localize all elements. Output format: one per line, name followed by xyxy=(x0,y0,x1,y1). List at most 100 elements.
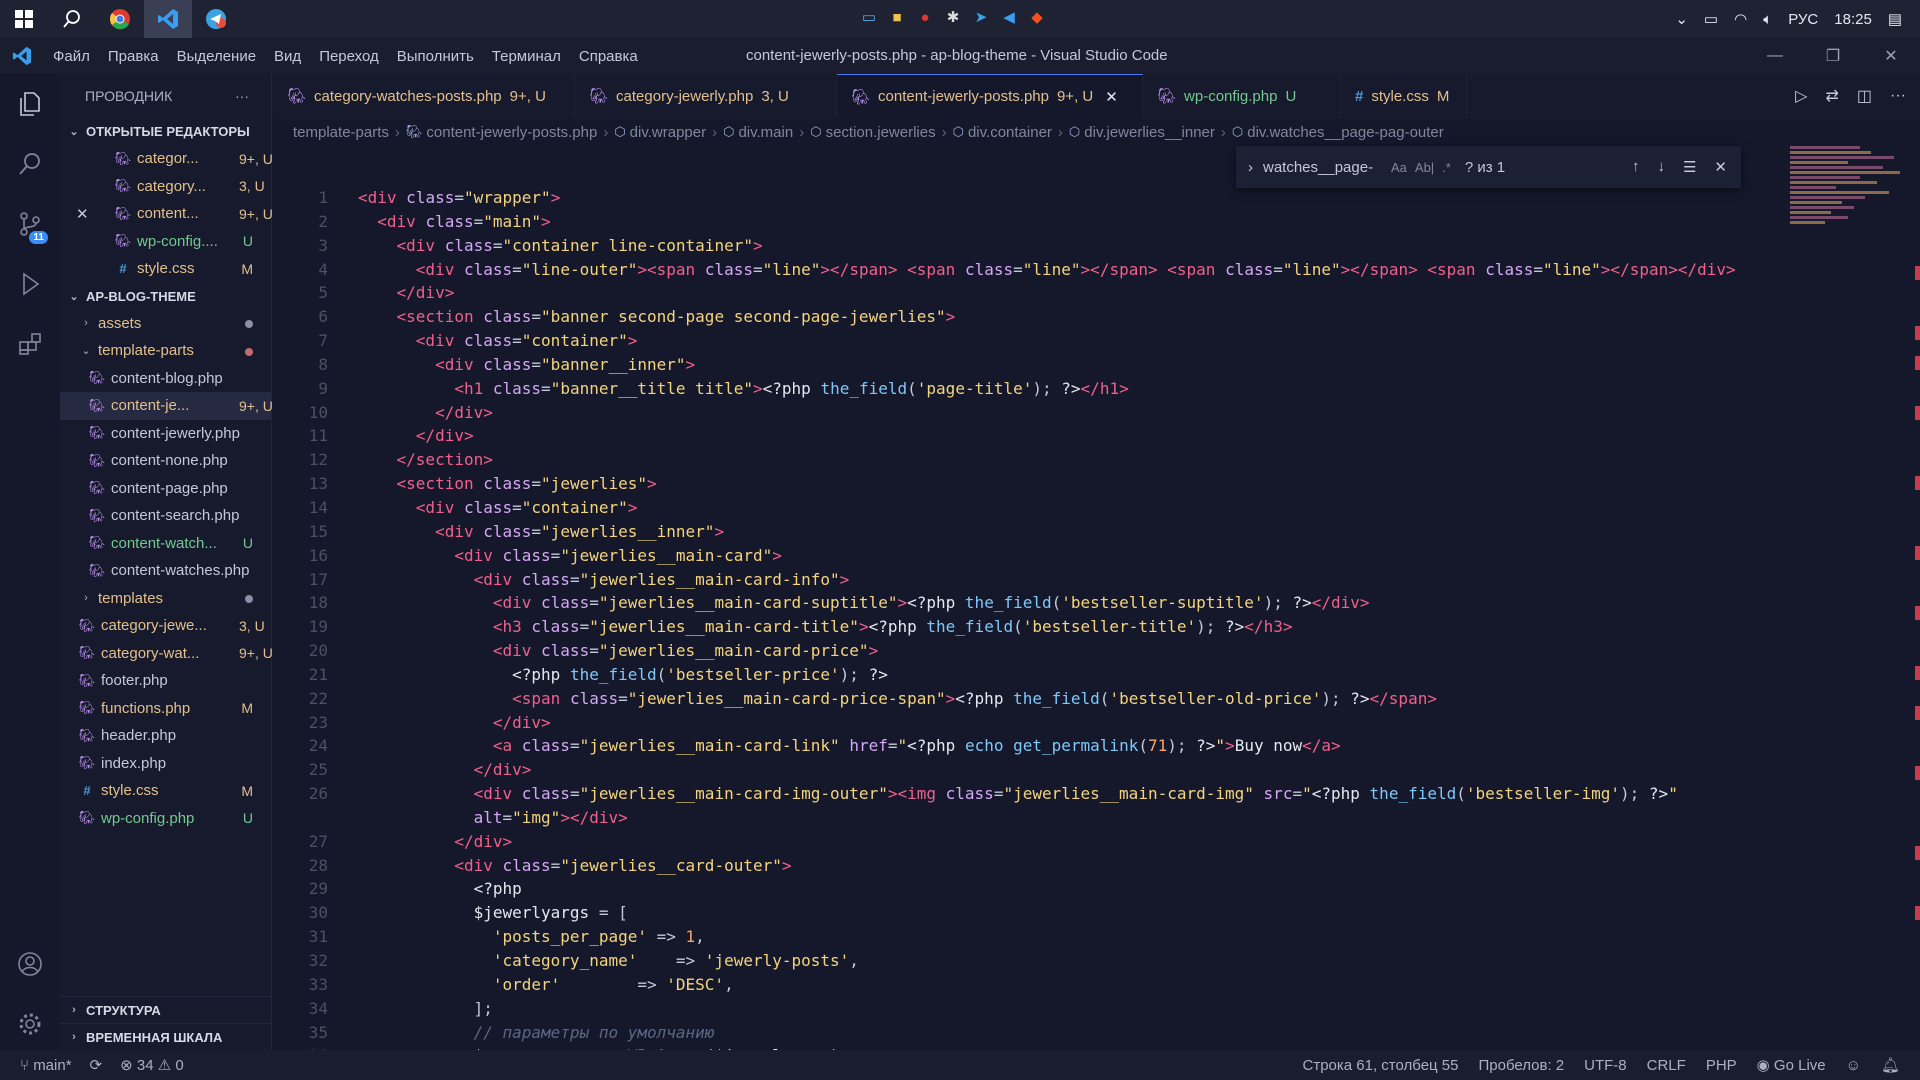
close-icon[interactable]: ✕ xyxy=(76,205,89,223)
chevron-up-icon[interactable]: ⌄ xyxy=(1675,10,1688,28)
open-editor-item[interactable]: 🐘︎ category... 3, U xyxy=(60,173,271,201)
file-item[interactable]: 🐘︎ index.php xyxy=(60,750,271,778)
telegram-icon[interactable]: ➤ xyxy=(970,6,992,28)
close-icon[interactable]: ✕ xyxy=(1105,88,1118,106)
encoding[interactable]: UTF-8 xyxy=(1584,1057,1627,1074)
scrollbar-markers[interactable] xyxy=(1910,146,1920,1046)
feedback-icon[interactable]: ☺ xyxy=(1846,1057,1861,1074)
match-word-toggle[interactable]: Ab| xyxy=(1415,160,1434,175)
menu-go[interactable]: Переход xyxy=(310,48,388,65)
extensions-icon[interactable] xyxy=(0,314,60,374)
match-case-toggle[interactable]: Aa xyxy=(1391,160,1407,175)
breadcrumb-item[interactable]: div.jewerlies__inner xyxy=(1084,124,1215,141)
more-actions-icon[interactable]: ··· xyxy=(1890,87,1906,105)
minimap[interactable] xyxy=(1790,146,1906,306)
problems-indicator[interactable]: ⊗ 34 ⚠ 0 xyxy=(120,1056,184,1074)
find-in-selection-icon[interactable]: ☰ xyxy=(1683,158,1696,176)
arrow-up-icon[interactable]: ↑ xyxy=(1632,158,1640,176)
file-item[interactable]: 🐘︎ category-wat... 9+, U xyxy=(60,640,273,668)
compare-changes-icon[interactable]: ⇄ xyxy=(1825,86,1838,106)
file-item-selected[interactable]: 🐘︎ content-je... 9+, U xyxy=(60,392,273,420)
file-item[interactable]: 🐘︎ content-none.php xyxy=(60,447,271,475)
indentation[interactable]: Пробелов: 2 xyxy=(1478,1057,1564,1074)
open-editor-item-active[interactable]: ✕ 🐘︎ content... 9+, U xyxy=(60,200,273,228)
explorer-more-button[interactable]: ··· xyxy=(235,88,249,104)
find-input[interactable]: watches__page- xyxy=(1263,159,1391,176)
breadcrumb-item[interactable]: div.watches__page-pag-outer xyxy=(1247,124,1444,141)
spider-app-icon[interactable]: ✱ xyxy=(942,6,964,28)
run-debug-icon[interactable] xyxy=(0,254,60,314)
branch-indicator[interactable]: ⑂ main* xyxy=(20,1057,72,1074)
open-editor-item[interactable]: 🐘︎ categor... 9+, U xyxy=(60,145,273,173)
folder-icon[interactable]: ■ xyxy=(886,6,908,28)
menu-edit[interactable]: Правка xyxy=(99,48,168,65)
menu-terminal[interactable]: Терминал xyxy=(483,48,570,65)
telegram-taskbar-icon[interactable] xyxy=(192,0,240,38)
project-header[interactable]: ⌄ AP-BLOG-THEME xyxy=(60,283,271,310)
file-item[interactable]: 🐘︎ content-watch... U xyxy=(60,530,271,558)
code-lines[interactable]: <div class="wrapper"> <div class="main">… xyxy=(358,186,1763,1050)
search-activity-icon[interactable] xyxy=(0,134,60,194)
arrow-down-icon[interactable]: ↓ xyxy=(1657,158,1665,176)
go-live-button[interactable]: ◉ Go Live xyxy=(1757,1056,1826,1074)
open-editor-item[interactable]: 🐘︎ wp-config.... U xyxy=(60,228,271,256)
desktop-icon[interactable]: ▭ xyxy=(858,6,880,28)
outline-header[interactable]: › СТРУКТУРА xyxy=(60,996,272,1023)
tab-category-watches-posts[interactable]: 🐘︎ category-watches-posts.php 9+, U xyxy=(273,74,575,118)
source-control-icon[interactable]: 11 xyxy=(0,194,60,254)
folder-template-parts[interactable]: ⌄ template-parts xyxy=(60,337,271,365)
file-item[interactable]: 🐘︎ content-jewerly.php xyxy=(60,420,271,448)
open-editors-header[interactable]: ⌄ ОТКРЫТЫЕ РЕДАКТОРЫ xyxy=(60,118,271,145)
chevron-right-icon[interactable]: › xyxy=(1248,159,1253,176)
breadcrumb-item[interactable]: section.jewerlies xyxy=(826,124,936,141)
file-item[interactable]: 🐘︎ content-search.php xyxy=(60,502,271,530)
regex-toggle[interactable]: .* xyxy=(1442,160,1451,175)
timeline-header[interactable]: › ВРЕМЕННАЯ ШКАЛА xyxy=(60,1023,272,1050)
file-item[interactable]: # style.css M xyxy=(60,777,271,805)
gear-icon[interactable] xyxy=(0,994,60,1054)
menu-file[interactable]: Файл xyxy=(44,48,99,65)
clock[interactable]: 18:25 xyxy=(1834,11,1872,28)
account-icon[interactable] xyxy=(0,934,60,994)
file-item[interactable]: 🐘︎ functions.php M xyxy=(60,695,271,723)
breadcrumb-item[interactable]: div.wrapper xyxy=(630,124,706,141)
language-mode[interactable]: PHP xyxy=(1706,1057,1737,1074)
battery-icon[interactable]: ▭ xyxy=(1704,10,1718,28)
breadcrumb-item[interactable]: content-jewerly-posts.php xyxy=(426,124,597,141)
file-item[interactable]: 🐘︎ category-jewe... 3, U xyxy=(60,612,271,640)
file-item[interactable]: 🐘︎ content-watches.php xyxy=(60,557,271,585)
breadcrumb-item[interactable]: template-parts xyxy=(293,124,389,141)
cursor-position[interactable]: Строка 61, столбец 55 xyxy=(1303,1057,1459,1074)
menu-help[interactable]: Справка xyxy=(570,48,647,65)
sync-icon[interactable]: ⟳ xyxy=(90,1056,103,1074)
menu-selection[interactable]: Выделение xyxy=(168,48,265,65)
folder-assets[interactable]: › assets xyxy=(60,310,271,338)
open-editor-item[interactable]: # style.css M xyxy=(60,255,271,283)
notifications-icon[interactable]: ▤ xyxy=(1888,10,1902,28)
search-icon[interactable] xyxy=(48,0,96,38)
explorer-icon[interactable] xyxy=(0,74,60,134)
breadcrumb-item[interactable]: div.main xyxy=(738,124,793,141)
file-item[interactable]: 🐘︎ footer.php xyxy=(60,667,271,695)
wifi-icon[interactable]: ◠ xyxy=(1734,10,1747,28)
breadcrumb-item[interactable]: div.container xyxy=(968,124,1052,141)
file-item[interactable]: 🐘︎ header.php xyxy=(60,722,271,750)
close-icon[interactable]: ✕ xyxy=(1862,38,1920,74)
bell-icon[interactable]: 🔔︎ xyxy=(1881,1056,1900,1074)
file-item[interactable]: 🐘︎ content-blog.php xyxy=(60,365,271,393)
tab-category-jewerly[interactable]: 🐘︎ category-jewerly.php 3, U xyxy=(575,74,837,118)
minimize-icon[interactable]: — xyxy=(1746,38,1804,74)
windows-start-icon[interactable] xyxy=(0,0,48,38)
vscode-taskbar-icon[interactable] xyxy=(144,0,192,38)
menu-view[interactable]: Вид xyxy=(265,48,310,65)
code-editor[interactable]: 1 2 3 4 5 6 7 8 9 10 11 12 13 14 15 16 17 18 19 20 21 22 23 24 2… xyxy=(273,146,1763,1050)
menu-run[interactable]: Выполнить xyxy=(388,48,483,65)
folder-templates[interactable]: › templates xyxy=(60,585,271,613)
file-item[interactable]: 🐘︎ content-page.php xyxy=(60,475,271,503)
run-icon[interactable]: ▷ xyxy=(1795,86,1807,106)
chrome-icon[interactable]: ● xyxy=(914,6,936,28)
input-language[interactable]: РУС xyxy=(1788,11,1818,28)
chrome-taskbar-icon[interactable] xyxy=(96,0,144,38)
line-ending[interactable]: CRLF xyxy=(1647,1057,1686,1074)
tab-wp-config[interactable]: 🐘︎ wp-config.php U xyxy=(1143,74,1341,118)
